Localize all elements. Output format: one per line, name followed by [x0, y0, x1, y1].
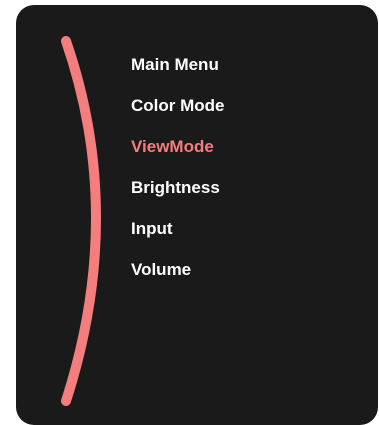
osd-menu-list: Main Menu Color Mode ViewMode Brightness… — [131, 49, 225, 295]
menu-item-brightness[interactable]: Brightness — [131, 172, 225, 213]
menu-item-color-mode[interactable]: Color Mode — [131, 90, 225, 131]
osd-menu-panel: Main Menu Color Mode ViewMode Brightness… — [16, 5, 378, 425]
menu-item-volume[interactable]: Volume — [131, 254, 225, 295]
menu-item-main-menu[interactable]: Main Menu — [131, 49, 225, 90]
arc-indicator-path — [61, 36, 101, 406]
menu-item-input[interactable]: Input — [131, 213, 225, 254]
curved-scroll-indicator — [61, 36, 101, 406]
menu-item-viewmode[interactable]: ViewMode — [131, 131, 225, 172]
